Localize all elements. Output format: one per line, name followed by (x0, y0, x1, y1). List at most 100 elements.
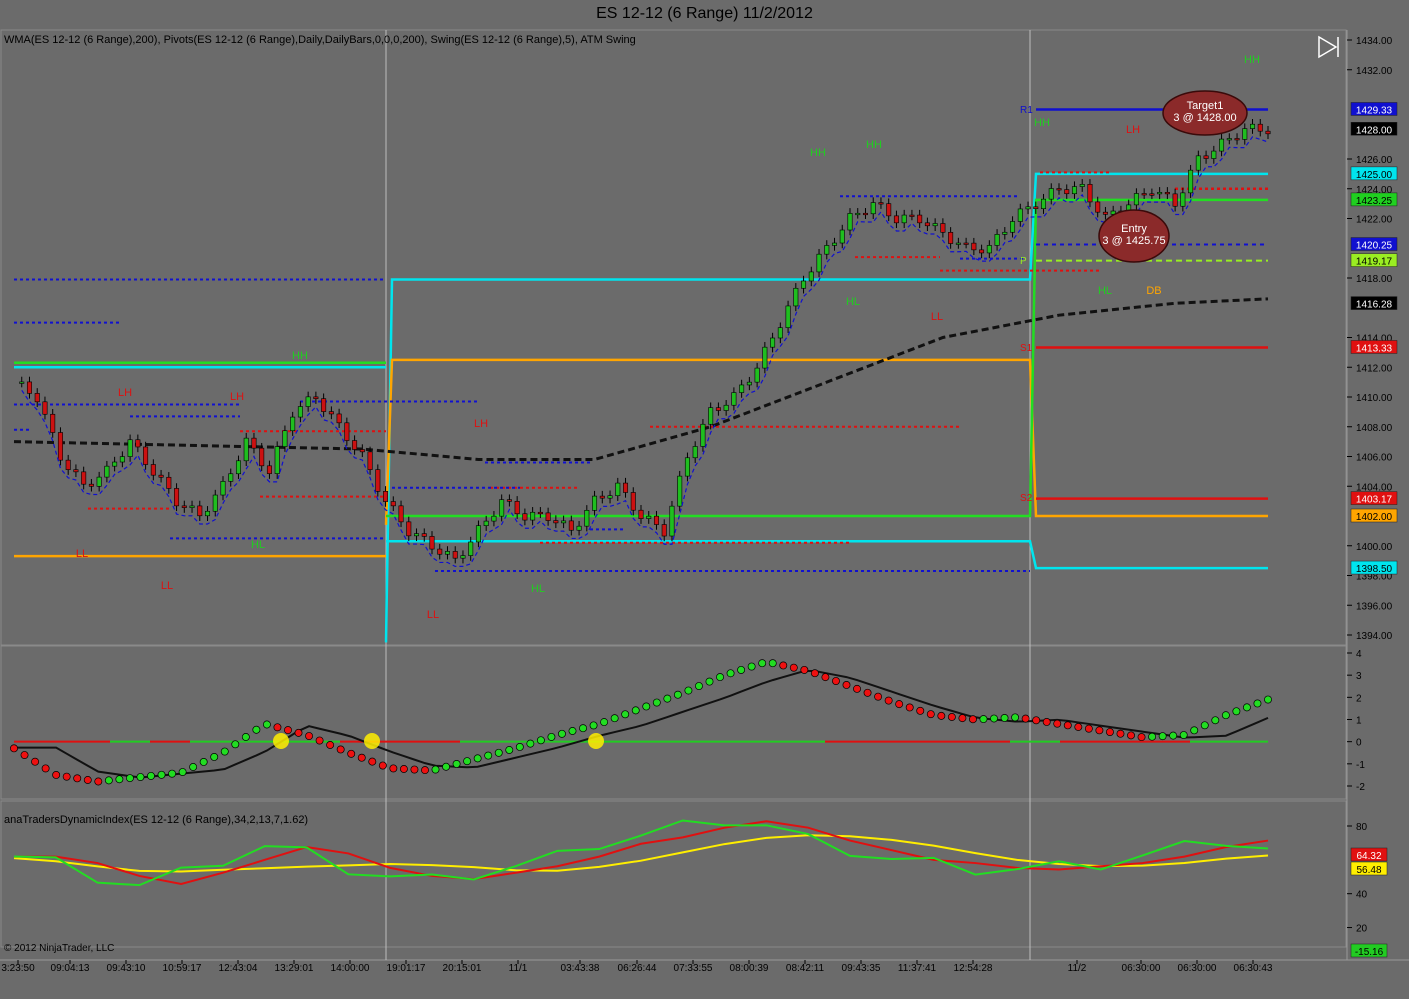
price-chart[interactable]: WMA(ES 12-12 (6 Range),200), Pivots(ES 1… (0, 28, 1409, 999)
osc-dot (853, 684, 861, 693)
time-axis[interactable]: 3:23:50 09:04:13 09:43:10 10:59:17 12:43:04 1… (1, 960, 1273, 974)
price-marker-label: 1398.50 (1356, 564, 1393, 575)
candle (739, 384, 745, 393)
candle (1226, 138, 1232, 141)
candle (189, 505, 195, 508)
candle (336, 413, 342, 424)
osc-dot (863, 688, 872, 697)
osc-dot (1137, 733, 1146, 742)
osc-dot (1105, 728, 1114, 736)
osc-dot (62, 772, 71, 781)
tdi-tick-label: 80 (1356, 822, 1368, 833)
price-tick-label: 1422.00 (1356, 215, 1393, 226)
osc-dot (705, 677, 714, 686)
osc-dot (1116, 729, 1125, 738)
candle (932, 223, 938, 227)
price-marker-label: 1423.25 (1356, 196, 1393, 207)
oscillator-panel[interactable] (0, 645, 1347, 800)
osc-dot (747, 662, 756, 671)
osc-dot (937, 711, 946, 720)
time-tick-label: 20:15:01 (443, 963, 482, 974)
target-order[interactable]: Target1 3 @ 1428.00 (1162, 90, 1248, 136)
candle (406, 521, 412, 537)
time-tick-label: 11/2 (1068, 963, 1087, 974)
pivot-tag-r1: R1 (1020, 105, 1033, 116)
candle (909, 214, 915, 217)
swing-label: HH (810, 147, 826, 159)
candle (429, 536, 435, 550)
osc-dot (515, 743, 524, 751)
tdi-tick-label: 20 (1356, 924, 1368, 935)
osc-dot (241, 733, 250, 741)
candle (96, 476, 102, 487)
candle (274, 446, 280, 474)
osc-dot (1169, 731, 1178, 740)
candle (1087, 184, 1093, 203)
candle (475, 525, 481, 543)
entry-label: Entry (1121, 223, 1147, 235)
candle (777, 327, 783, 339)
candle (50, 413, 56, 433)
candle (847, 213, 853, 231)
osc-dot (284, 726, 292, 735)
osc-dot (779, 661, 788, 670)
entry-qty: 3 @ 1425.75 (1102, 235, 1165, 247)
osc-dot (473, 754, 482, 763)
osc-dot (73, 774, 82, 783)
price-tick-label: 1434.00 (1356, 36, 1393, 47)
candle (166, 476, 172, 489)
pivot-tag-s1: S1 (1020, 343, 1033, 354)
osc-dot (979, 715, 988, 724)
osc-dot (568, 727, 577, 735)
osc-dot (663, 694, 672, 703)
candle (1149, 193, 1155, 196)
candle (1157, 192, 1163, 195)
price-marker-label: 1420.25 (1356, 241, 1393, 252)
candle (1041, 198, 1047, 210)
osc-dot (199, 758, 208, 766)
candle (917, 214, 923, 224)
osc-dot (315, 736, 324, 745)
candle (460, 555, 466, 559)
swing-label: LH (474, 418, 488, 430)
swing-label: LH (230, 391, 244, 403)
osc-dot (368, 757, 377, 766)
candle (321, 398, 327, 412)
osc-dot (220, 747, 229, 756)
candle (375, 469, 381, 492)
candle (746, 381, 752, 386)
time-tick-label: 08:42:11 (786, 963, 825, 974)
osc-dot (104, 776, 113, 785)
osc-dot (642, 702, 651, 711)
osc-dot (652, 698, 661, 707)
osc-tick-label: 4 (1356, 649, 1362, 660)
candle (282, 430, 288, 447)
candle (816, 253, 822, 273)
osc-dot (1179, 731, 1188, 740)
price-marker-label: 1413.33 (1356, 343, 1393, 354)
target-qty: 3 @ 1428.00 (1173, 112, 1236, 124)
time-tick-label: 08:00:39 (730, 963, 769, 974)
osc-dot (136, 773, 145, 781)
osc-dot (347, 749, 356, 758)
osc-dot (558, 729, 566, 738)
candle (870, 202, 876, 215)
swing-label: HH (1034, 117, 1050, 129)
candle (367, 451, 373, 470)
candle (359, 449, 365, 453)
price-marker-label: 1416.28 (1356, 300, 1393, 311)
price-panel[interactable] (0, 29, 1347, 646)
candle (104, 465, 110, 478)
osc-dot (1190, 726, 1199, 735)
swing-label: LL (76, 548, 88, 560)
osc-dot (684, 686, 693, 695)
entry-order[interactable]: Entry 3 @ 1425.75 (1098, 209, 1170, 263)
swing-label: LL (931, 311, 943, 323)
candle (127, 439, 133, 457)
candle (862, 212, 868, 216)
candle (259, 447, 265, 467)
candle (444, 551, 450, 555)
candle (468, 541, 474, 556)
tdi-tick-label: 40 (1356, 890, 1368, 901)
indicator-label: WMA(ES 12-12 (6 Range),200), Pivots(ES 1… (4, 34, 636, 46)
